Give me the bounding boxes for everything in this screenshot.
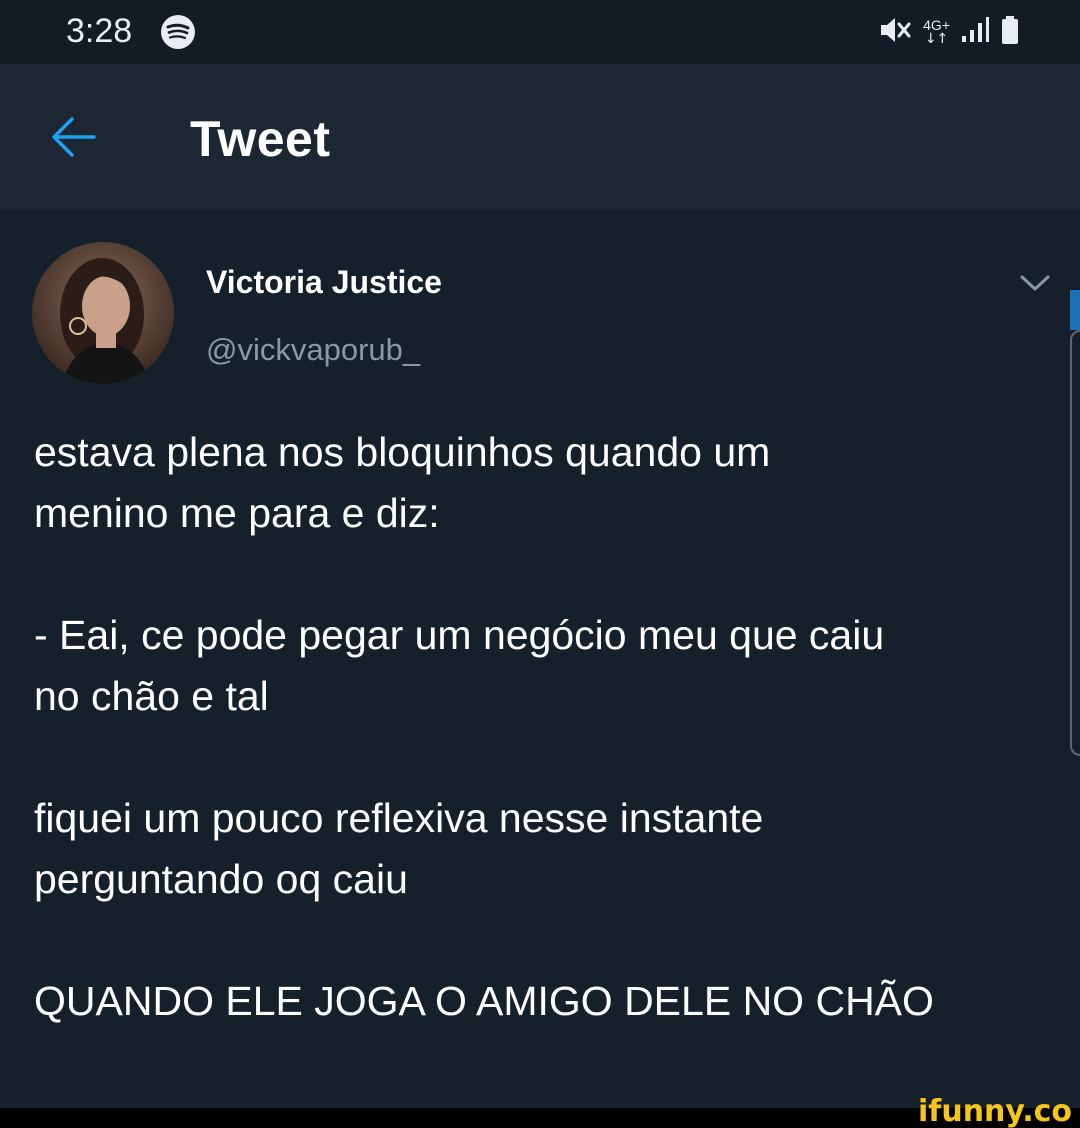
data-arrows-icon: ↓↑ bbox=[924, 31, 949, 47]
author-handle[interactable]: @vickvaporub_ bbox=[206, 332, 420, 368]
avatar[interactable] bbox=[32, 242, 174, 384]
tweet-paragraph: estava plena nos bloquinhos quando um me… bbox=[34, 429, 771, 536]
tweet-paragraph: QUANDO ELE JOGA O AMIGO DELE NO CHÃO bbox=[34, 978, 934, 1024]
battery-icon bbox=[1000, 15, 1020, 50]
back-button[interactable] bbox=[48, 114, 98, 160]
status-time: 3:28 bbox=[66, 12, 133, 50]
network-4g-icon: 4G+ ↓↑ bbox=[923, 18, 950, 46]
signal-icon bbox=[960, 16, 990, 49]
scrollbar-thumb[interactable] bbox=[1070, 330, 1080, 756]
tweet-menu-button[interactable] bbox=[1018, 270, 1052, 296]
author-name[interactable]: Victoria Justice bbox=[206, 264, 442, 301]
spotify-icon bbox=[160, 14, 196, 50]
scrollbar-accent bbox=[1070, 290, 1080, 330]
mute-icon bbox=[879, 15, 913, 50]
tweet-header: Tweet bbox=[0, 64, 1080, 210]
status-icons: 4G+ ↓↑ bbox=[879, 14, 1020, 50]
network-label: 4G+ bbox=[923, 17, 950, 33]
page-title: Tweet bbox=[190, 111, 331, 167]
tweet-screen: 3:28 4G+ ↓↑ Tweet Victoria Justice @vick… bbox=[0, 0, 1080, 1128]
status-bar: 3:28 4G+ ↓↑ bbox=[0, 0, 1080, 64]
tweet-paragraph: - Eai, ce pode pegar um negócio meu que … bbox=[34, 612, 885, 719]
chevron-down-icon bbox=[1020, 275, 1050, 291]
tweet-paragraph: fiquei um pouco reflexiva nesse instante… bbox=[34, 795, 764, 902]
tweet-body: estava plena nos bloquinhos quando um me… bbox=[34, 422, 1034, 1032]
ifunny-watermark: ifunny.co bbox=[918, 1094, 1072, 1128]
arrow-left-icon bbox=[52, 117, 96, 157]
